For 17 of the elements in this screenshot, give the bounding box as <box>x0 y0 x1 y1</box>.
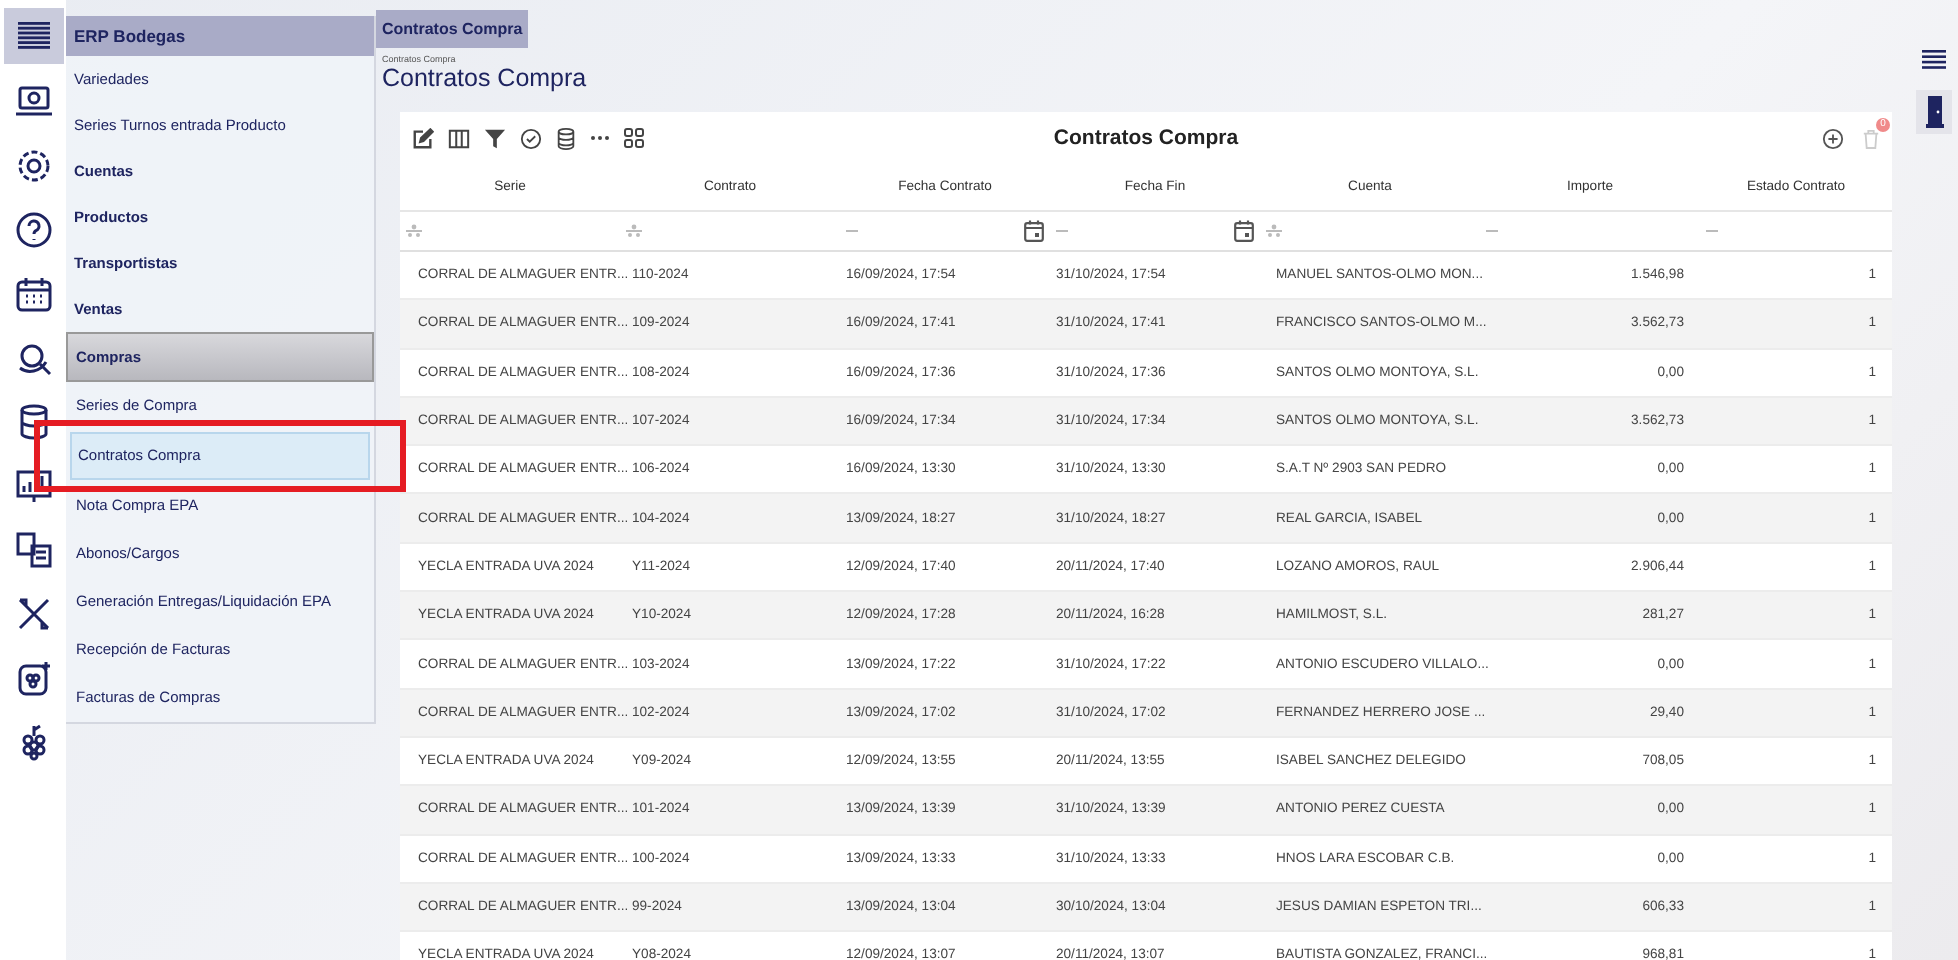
add-icon[interactable] <box>1822 127 1844 149</box>
page-title: Contratos Compra <box>380 64 589 92</box>
page-tab[interactable]: Contratos Compra <box>376 10 529 48</box>
door-icon[interactable] <box>1925 96 1943 128</box>
grid-title: Contratos Compra <box>1053 126 1239 150</box>
menu-icon[interactable] <box>1922 50 1946 70</box>
calendar-icon[interactable] <box>1024 220 1044 242</box>
filter-icon[interactable] <box>484 127 506 149</box>
app-title: ERP Bodegas <box>66 16 374 56</box>
grid-icon[interactable] <box>624 128 644 148</box>
database-icon[interactable] <box>556 127 576 149</box>
more-icon[interactable] <box>590 134 610 142</box>
check-circle-icon[interactable] <box>520 127 542 149</box>
menu-icon[interactable] <box>3 8 63 64</box>
columns-icon[interactable] <box>448 127 470 149</box>
edit-icon[interactable] <box>412 127 434 149</box>
calendar-icon[interactable] <box>1234 220 1254 242</box>
